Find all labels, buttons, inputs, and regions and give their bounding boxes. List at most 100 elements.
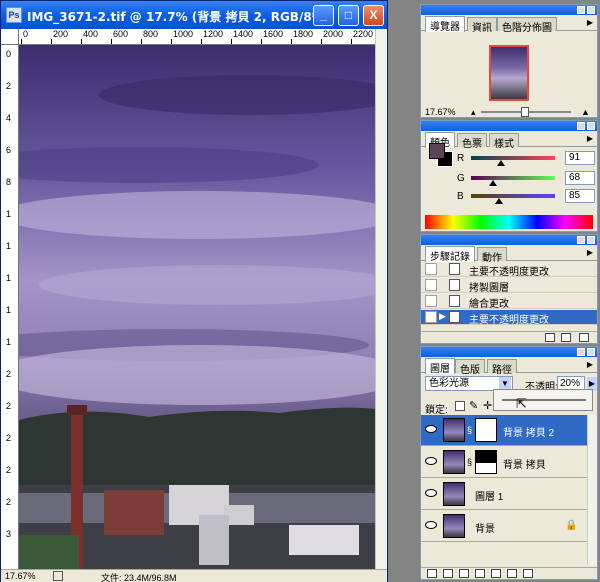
trash-icon[interactable] [523,569,533,578]
history-item[interactable]: 主要不透明度更改 [421,262,597,278]
panel-close-icon[interactable] [587,122,595,130]
history-snapshot-checkbox[interactable] [425,279,437,291]
red-slider[interactable] [471,156,555,160]
blue-slider[interactable] [471,194,555,198]
tab-actions[interactable]: 動作 [477,247,507,264]
history-item[interactable]: 拷製圖層 [421,278,597,294]
layer-name[interactable]: 圖層 1 [475,488,503,503]
layer-row[interactable]: § 背景 拷貝 [421,447,587,478]
tab-swatches[interactable]: 色票 [457,133,487,150]
opacity-slider-track[interactable] [502,399,586,401]
tab-channels[interactable]: 色版 [455,359,485,376]
new-layer-icon[interactable] [507,569,517,578]
history-item-label: 繪合更改 [469,299,509,310]
red-value-input[interactable]: 91 [565,151,595,165]
layers-scrollbar[interactable] [587,415,597,565]
vertical-scrollbar[interactable] [375,29,387,569]
panel-menu-icon[interactable]: ▶ [585,360,595,369]
history-snapshot-checkbox[interactable] [425,263,437,275]
lock-position-icon[interactable]: ✛ [483,399,492,412]
color-panel: 顏色 色票 樣式 ▶ R 91 G 68 B 85 [420,120,598,232]
panel-menu-icon[interactable]: ▶ [585,18,595,27]
lock-transparency-icon[interactable] [455,401,465,411]
link-icon[interactable]: § [467,425,472,435]
panel-close-icon[interactable] [587,236,595,244]
link-icon[interactable]: § [467,457,472,467]
document-titlebar[interactable]: Ps IMG_3671-2.tif @ 17.7% (背景 拷貝 2, RGB/… [1,1,387,29]
horizontal-ruler[interactable]: 0 200 400 600 800 1000 1200 1400 1600 1800 2000 220… [19,29,375,45]
layer-name[interactable]: 背景 拷貝 2 [503,424,554,439]
red-slider-knob[interactable] [496,160,505,166]
link-layers-icon[interactable] [427,569,437,578]
layer-thumbnail[interactable] [443,514,465,538]
photoshop-workspace: Ps IMG_3671-2.tif @ 17.7% (背景 拷貝 2, RGB/… [0,0,600,582]
zoom-slider-knob[interactable] [521,107,529,117]
navigator-panel-titlebar[interactable] [421,5,597,15]
layer-thumbnail[interactable] [443,418,465,442]
color-spectrum-bar[interactable] [425,215,593,229]
layer-name[interactable]: 背景 [475,520,495,535]
color-panel-titlebar[interactable] [421,121,597,131]
ruler-origin[interactable] [1,29,19,45]
tab-navigator[interactable]: 導覽器 [425,16,465,33]
panel-close-icon[interactable] [587,348,595,356]
history-item[interactable]: 繪合更改 [421,294,597,310]
eye-visibility-icon[interactable] [425,457,437,465]
new-snapshot-icon[interactable] [561,333,571,342]
layers-panel-titlebar[interactable] [421,347,597,357]
panel-menu-icon[interactable]: ▶ [585,248,595,257]
panel-close-icon[interactable] [587,6,595,14]
panel-minimize-icon[interactable] [577,6,585,14]
trash-icon[interactable] [579,333,589,342]
maximize-button[interactable]: □ [338,5,359,26]
image-canvas[interactable] [19,45,375,569]
navigator-zoom-value[interactable]: 17.67% [425,107,456,117]
status-zoom[interactable]: 17.67% [5,571,36,581]
tab-paths[interactable]: 路徑 [487,359,517,376]
layer-thumbnail[interactable] [443,482,465,506]
layer-row[interactable]: 圖層 1 [421,479,587,510]
layer-row-active[interactable]: § 背景 拷貝 2 [421,415,587,446]
history-snapshot-checkbox[interactable] [425,295,437,307]
layer-name[interactable]: 背景 拷貝 [503,456,546,471]
tab-info[interactable]: 資訊 [467,17,497,34]
eye-visibility-icon[interactable] [425,489,437,497]
green-slider-knob[interactable] [489,180,498,186]
tab-histogram[interactable]: 色階分佈圖 [497,17,557,34]
zoom-out-icon[interactable]: ▴ [471,107,476,118]
blue-value-input[interactable]: 85 [565,189,595,203]
layer-mask-thumbnail[interactable] [475,418,497,442]
minimize-button[interactable]: _ [313,5,334,26]
history-item-active[interactable]: ▶ 主要不透明度更改 [421,310,597,326]
eye-visibility-icon[interactable] [425,425,437,433]
foreground-color-swatch[interactable] [429,143,445,159]
adjustment-layer-icon[interactable] [475,569,485,578]
green-value-input[interactable]: 68 [565,171,595,185]
layer-style-icon[interactable] [443,569,453,578]
blue-slider-knob[interactable] [494,198,503,204]
tab-history[interactable]: 步驟記錄 [425,246,475,263]
layer-thumbnail[interactable] [443,450,465,474]
zoom-in-icon[interactable]: ▲ [581,107,590,117]
panel-menu-icon[interactable]: ▶ [585,134,595,143]
tab-layers[interactable]: 圖層 [425,358,455,375]
tab-styles[interactable]: 樣式 [489,133,519,150]
panel-minimize-icon[interactable] [577,122,585,130]
status-menu-icon[interactable] [53,571,63,581]
opacity-slider-popup[interactable]: ⇱ [493,389,593,411]
panel-minimize-icon[interactable] [577,348,585,356]
add-mask-icon[interactable] [459,569,469,578]
panel-minimize-icon[interactable] [577,236,585,244]
navigator-thumbnail[interactable] [489,45,529,101]
history-panel-titlebar[interactable] [421,235,597,245]
layer-row[interactable]: 背景 🔒 [421,511,587,542]
lock-image-icon[interactable]: ✎ [469,399,478,412]
create-document-icon[interactable] [545,333,555,342]
green-slider[interactable] [471,176,555,180]
vertical-ruler[interactable]: 0 2 4 6 8 1 1 1 1 1 2 2 2 2 2 3 [1,45,19,569]
new-group-icon[interactable] [491,569,501,578]
close-button[interactable]: X [363,5,384,26]
layer-mask-thumbnail[interactable] [475,450,497,474]
history-snapshot-checkbox[interactable] [425,311,437,323]
eye-visibility-icon[interactable] [425,521,437,529]
